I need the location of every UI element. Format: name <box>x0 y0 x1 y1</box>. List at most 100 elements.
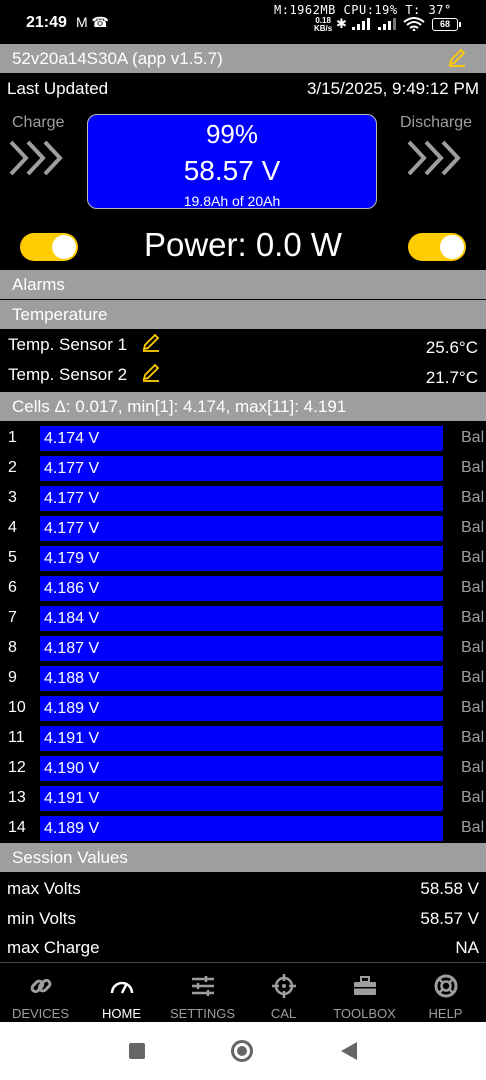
cell-voltage-bar: 4.179 V <box>40 546 443 571</box>
cell-number: 14 <box>8 819 26 836</box>
nav-help[interactable]: HELP <box>405 965 486 1022</box>
cell-number: 3 <box>8 489 17 506</box>
edit-temp-sensor-1-icon[interactable] <box>140 332 162 359</box>
cell-balance: Bal <box>461 639 485 656</box>
cell-row: 9 4.188 V Bal <box>0 663 486 693</box>
cell-row: 6 4.186 V Bal <box>0 573 486 603</box>
nav-devices[interactable]: DEVICES <box>0 965 81 1022</box>
cell-row: 7 4.184 V Bal <box>0 603 486 633</box>
cell-voltage: 4.190 V <box>44 760 100 777</box>
temp-sensor-row: Temp. Sensor 2 21.7°C <box>0 360 486 390</box>
cells-header[interactable]: Cells Δ: 0.017, min[1]: 4.174, max[11]: … <box>0 392 486 421</box>
cell-voltage-bar: 4.177 V <box>40 486 443 511</box>
session-row-max-charge: max Charge NA <box>0 932 486 962</box>
session-row-max-volts: max Volts 58.58 V <box>0 873 486 903</box>
system-navigation-bar <box>0 1022 486 1080</box>
link-icon <box>30 978 52 994</box>
session-value: 58.57 V <box>420 909 479 928</box>
temp-sensor-label: Temp. Sensor 2 <box>8 365 128 384</box>
cell-voltage-bar: 4.191 V <box>40 786 443 811</box>
cell-voltage: 4.177 V <box>44 460 100 477</box>
toolbox-icon <box>354 976 376 995</box>
cell-voltage: 4.189 V <box>44 700 100 717</box>
cell-number: 2 <box>8 459 17 476</box>
system-info: M:1962MB CPU:19% T: 37° <box>274 3 452 17</box>
cell-voltage: 4.174 V <box>44 430 100 447</box>
network-speed: 0.18 KB/s <box>314 16 333 33</box>
home-button[interactable] <box>231 1040 253 1062</box>
gauge-icon <box>110 981 134 994</box>
cell-balance: Bal <box>461 669 485 686</box>
charge-chevrons-icon <box>9 140 63 176</box>
discharge-toggle[interactable] <box>408 233 466 261</box>
crosshair-icon <box>272 974 296 998</box>
nav-cal[interactable]: CAL <box>243 965 324 1022</box>
cell-balance: Bal <box>461 429 485 446</box>
alarms-header[interactable]: Alarms <box>0 270 486 299</box>
cell-number: 1 <box>8 429 17 446</box>
edit-device-name-icon[interactable] <box>446 47 468 74</box>
cell-number: 10 <box>8 699 26 716</box>
back-button[interactable] <box>341 1042 357 1060</box>
cell-row: 13 4.191 V Bal <box>0 783 486 813</box>
nav-home[interactable]: HOME <box>81 965 162 1022</box>
discharge-label: Discharge <box>400 114 473 131</box>
cell-voltage-bar: 4.191 V <box>40 726 443 751</box>
cell-voltage-bar: 4.177 V <box>40 516 443 541</box>
cell-row: 11 4.191 V Bal <box>0 723 486 753</box>
nav-toolbox[interactable]: TOOLBOX <box>324 965 405 1022</box>
cell-voltage: 4.186 V <box>44 580 100 597</box>
nav-settings[interactable]: SETTINGS <box>162 965 243 1022</box>
cell-row: 3 4.177 V Bal <box>0 483 486 513</box>
recents-button[interactable] <box>129 1043 145 1059</box>
cell-voltage-bar: 4.188 V <box>40 666 443 691</box>
cell-balance: Bal <box>461 759 485 776</box>
cell-balance: Bal <box>461 609 485 626</box>
cell-number: 5 <box>8 549 17 566</box>
last-updated-row: Last Updated 3/15/2025, 9:49:12 PM <box>0 75 486 103</box>
notification-icons: M ☎ <box>76 14 109 30</box>
cell-voltage: 4.189 V <box>44 820 100 837</box>
cell-balance: Bal <box>461 729 485 746</box>
cell-voltage-bar: 4.187 V <box>40 636 443 661</box>
lifebuoy-icon <box>434 974 458 998</box>
cell-balance: Bal <box>461 789 485 806</box>
cell-number: 7 <box>8 609 17 626</box>
cell-voltage-bar: 4.177 V <box>40 456 443 481</box>
cell-row: 2 4.177 V Bal <box>0 453 486 483</box>
cell-row: 5 4.179 V Bal <box>0 543 486 573</box>
cell-voltage-bar: 4.174 V <box>40 426 443 451</box>
cell-balance: Bal <box>461 519 485 536</box>
cell-voltage-bar: 4.184 V <box>40 606 443 631</box>
cell-row: 12 4.190 V Bal <box>0 753 486 783</box>
cell-voltage: 4.177 V <box>44 490 100 507</box>
session-label: max Volts <box>7 879 81 898</box>
bluetooth-icon: ✱ <box>336 16 347 31</box>
session-value: 58.58 V <box>420 879 479 898</box>
last-updated-value: 3/15/2025, 9:49:12 PM <box>306 79 479 98</box>
battery-icon: 68 <box>432 18 461 31</box>
status-bar: 21:49 M ☎ M:1962MB CPU:19% T: 37° 0.18 K… <box>0 0 486 44</box>
cell-row: 1 4.174 V Bal <box>0 423 486 453</box>
cell-voltage: 4.191 V <box>44 790 100 807</box>
temp-sensor-row: Temp. Sensor 1 25.6°C <box>0 330 486 360</box>
temperature-header[interactable]: Temperature <box>0 300 486 329</box>
status-time: 21:49 <box>26 14 67 31</box>
bottom-navigation: DEVICES HOME SETTINGS CAL TOOLBOX HELP <box>0 965 486 1022</box>
cell-row: 4 4.177 V Bal <box>0 513 486 543</box>
signal-icon-2 <box>378 18 396 30</box>
session-value: NA <box>455 938 479 957</box>
session-values-header[interactable]: Session Values <box>0 843 486 872</box>
session-label: min Volts <box>7 909 76 928</box>
cell-number: 13 <box>8 789 26 806</box>
pack-voltage: 58.57 V <box>183 155 281 186</box>
discharge-chevrons-icon <box>407 140 461 176</box>
edit-temp-sensor-2-icon[interactable] <box>140 362 162 389</box>
last-updated-label: Last Updated <box>7 79 109 98</box>
cell-number: 11 <box>8 729 25 746</box>
cell-voltage: 4.179 V <box>44 550 100 567</box>
cell-number: 4 <box>8 519 17 536</box>
cell-voltage: 4.187 V <box>44 640 100 657</box>
cell-number: 12 <box>8 759 26 776</box>
cell-row: 14 4.189 V Bal <box>0 813 486 843</box>
